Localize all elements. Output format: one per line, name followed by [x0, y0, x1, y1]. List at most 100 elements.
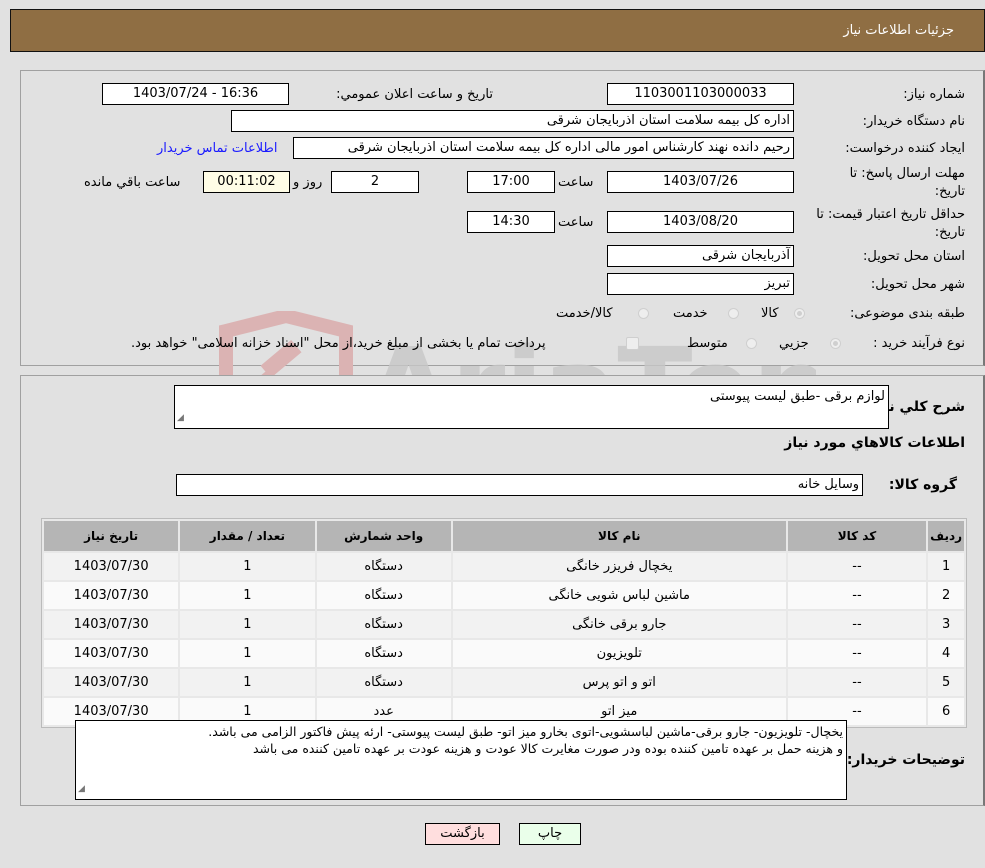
price-validity-label-2: تاریخ:	[934, 225, 965, 240]
price-validity-label: حداقل تاریخ اعتبار قیمت: تا	[816, 207, 965, 222]
cell-goods-code: --	[787, 669, 927, 696]
cell-goods-name: اتو و اتو پرس	[452, 669, 786, 696]
cell-quantity: 1	[180, 669, 315, 696]
resize-grip-icon[interactable]: ◢	[78, 781, 85, 798]
buyer-org-label: نام دستگاه خریدار:	[862, 114, 965, 129]
cell-goods-code: --	[787, 611, 927, 638]
remaining-days: 2	[331, 171, 419, 193]
reply-deadline-label-2: تاریخ:	[934, 184, 965, 199]
goods-table-header: ردیف کد کالا نام کالا واحد شمارش تعداد /…	[44, 521, 964, 551]
category-goods-service-label: کالا/خدمت	[556, 306, 613, 321]
cell-goods-name: ماشین لباس شویی خانگی	[452, 582, 786, 609]
purchase-type-label: نوع فرآیند خرید :	[873, 336, 965, 351]
category-radio-goods-service[interactable]	[638, 308, 649, 319]
requester-field: رحیم دانده نهند کارشناس امور مالی اداره …	[293, 137, 794, 159]
buyer-notes-label: توضیحات خریدار:	[846, 752, 965, 768]
col-goods-name: نام کالا	[452, 521, 786, 551]
cell-row-number: 1	[928, 553, 964, 580]
cell-need-date: 1403/07/30	[44, 611, 179, 638]
purchase-radio-minor[interactable]	[830, 338, 841, 349]
price-time-label: ساعت	[558, 215, 594, 230]
category-radio-goods[interactable]	[794, 308, 805, 319]
need-number-field: 1103001103000033	[607, 83, 794, 105]
announce-datetime-label: تاریخ و ساعت اعلان عمومي:	[336, 87, 493, 102]
table-row: 3 -- جارو برقی خانگی دستگاه 1 1403/07/30	[44, 611, 964, 638]
category-service-label: خدمت	[673, 306, 708, 321]
table-row: 4 -- تلویزیون دستگاه 1 1403/07/30	[44, 640, 964, 667]
cell-goods-name: جارو برقی خانگی	[452, 611, 786, 638]
treasury-checkbox[interactable]	[626, 337, 639, 350]
cell-row-number: 2	[928, 582, 964, 609]
cell-unit: دستگاه	[316, 553, 451, 580]
delivery-city-label: شهر محل تحویل:	[870, 277, 965, 292]
table-row: 5 -- اتو و اتو پرس دستگاه 1 1403/07/30	[44, 669, 964, 696]
table-row: 2 -- ماشین لباس شویی خانگی دستگاه 1 1403…	[44, 582, 964, 609]
delivery-province-label: استان محل تحویل:	[863, 249, 965, 264]
need-details-panel: شرح کلي نیاز: لوازم برقی -طبق لیست پیوست…	[20, 375, 985, 806]
col-unit: واحد شمارش	[316, 521, 451, 551]
delivery-province-field: آذربایجان شرقی	[607, 245, 794, 267]
page-title: جزئیات اطلاعات نیاز	[843, 23, 954, 38]
col-goods-code: کد کالا	[787, 521, 927, 551]
cell-row-number: 6	[928, 698, 964, 725]
cell-goods-name: تلویزیون	[452, 640, 786, 667]
need-number-label: شماره نیاز:	[903, 87, 965, 102]
reply-deadline-time: 17:00	[467, 171, 555, 193]
goods-group-field: وسایل خانه	[176, 474, 863, 496]
remaining-time-label: ساعت باقي مانده	[84, 175, 181, 190]
days-label: روز و	[293, 175, 323, 190]
cell-need-date: 1403/07/30	[44, 553, 179, 580]
category-label: طبقه بندی موضوعی:	[849, 306, 965, 321]
page-header: جزئیات اطلاعات نیاز	[10, 9, 985, 52]
price-validity-date: 1403/08/20	[607, 211, 794, 233]
cell-unit: دستگاه	[316, 640, 451, 667]
buyer-org-field: اداره کل بیمه سلامت استان اذربایجان شرقی	[231, 110, 794, 132]
buyer-contact-link[interactable]: اطلاعات تماس خریدار	[157, 141, 277, 156]
cell-need-date: 1403/07/30	[44, 640, 179, 667]
purchase-medium-label: متوسط	[687, 336, 728, 351]
col-row-number: ردیف	[928, 521, 964, 551]
delivery-city-field: تبریز	[607, 273, 794, 295]
cell-need-date: 1403/07/30	[44, 669, 179, 696]
remaining-time: 00:11:02	[203, 171, 290, 193]
purchase-minor-label: جزيي	[779, 336, 809, 351]
cell-need-date: 1403/07/30	[44, 582, 179, 609]
table-row: 1 -- یخچال فریزر خانگی دستگاه 1 1403/07/…	[44, 553, 964, 580]
col-need-date: تاریخ نیاز	[44, 521, 179, 551]
category-goods-label: کالا	[761, 306, 779, 321]
price-validity-time: 14:30	[467, 211, 555, 233]
goods-table: ردیف کد کالا نام کالا واحد شمارش تعداد /…	[41, 518, 967, 728]
cell-quantity: 1	[180, 582, 315, 609]
general-desc-text: لوازم برقی -طبق لیست پیوستی	[710, 389, 885, 404]
cell-goods-code: --	[787, 582, 927, 609]
cell-row-number: 5	[928, 669, 964, 696]
buyer-notes-field[interactable]: یخچال- تلویزیون- جارو برقی-ماشین لباسشوی…	[75, 720, 847, 800]
goods-group-label: گروه کالا:	[888, 477, 957, 493]
reply-deadline-date: 1403/07/26	[607, 171, 794, 193]
general-desc-field[interactable]: لوازم برقی -طبق لیست پیوستی ◢	[174, 385, 889, 429]
purchase-radio-medium[interactable]	[746, 338, 757, 349]
cell-quantity: 1	[180, 553, 315, 580]
treasury-note: پرداخت تمام یا بخشی از مبلغ خرید،از محل …	[131, 336, 546, 351]
back-button[interactable]: بازگشت	[425, 823, 500, 845]
announce-datetime-field: 1403/07/24 - 16:36	[102, 83, 289, 105]
goods-info-title: اطلاعات کالاهاي مورد نیاز	[784, 435, 965, 451]
cell-goods-code: --	[787, 640, 927, 667]
reply-deadline-label: مهلت ارسال پاسخ: تا	[849, 166, 965, 181]
cell-unit: دستگاه	[316, 582, 451, 609]
cell-goods-name: یخچال فریزر خانگی	[452, 553, 786, 580]
requester-label: ایجاد کننده درخواست:	[845, 141, 965, 156]
cell-row-number: 3	[928, 611, 964, 638]
cell-unit: دستگاه	[316, 611, 451, 638]
col-quantity: تعداد / مقدار	[180, 521, 315, 551]
reply-time-label: ساعت	[558, 175, 594, 190]
cell-goods-code: --	[787, 553, 927, 580]
print-button[interactable]: چاپ	[519, 823, 581, 845]
cell-quantity: 1	[180, 611, 315, 638]
cell-row-number: 4	[928, 640, 964, 667]
buyer-notes-line-1: یخچال- تلویزیون- جارو برقی-ماشین لباسشوی…	[208, 724, 843, 739]
category-radio-service[interactable]	[728, 308, 739, 319]
resize-grip-icon[interactable]: ◢	[177, 410, 184, 427]
cell-quantity: 1	[180, 640, 315, 667]
need-info-panel: AriaTender.neT شماره نیاز: 1103001103000…	[20, 70, 985, 436]
